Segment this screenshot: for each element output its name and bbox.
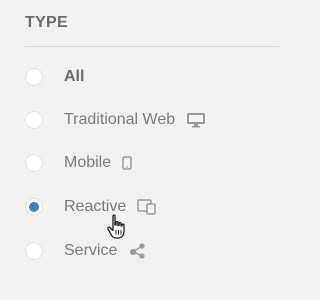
type-option-reactive[interactable]: Reactive — [25, 194, 157, 220]
type-option-mobile[interactable]: Mobile — [25, 150, 132, 176]
service-nodes-icon — [128, 242, 148, 260]
type-filter-panel: TYPE All Traditional Web Mobile Reactive… — [0, 0, 301, 300]
responsive-devices-icon — [137, 199, 157, 215]
section-title: TYPE — [25, 14, 68, 31]
type-option-service[interactable]: Service — [25, 238, 148, 264]
desktop-monitor-icon — [186, 112, 206, 128]
radio-button[interactable] — [25, 154, 43, 172]
option-label: Traditional Web — [64, 111, 176, 128]
option-label: All — [64, 68, 85, 85]
type-option-traditional-web[interactable]: Traditional Web — [25, 107, 206, 133]
radio-button[interactable] — [25, 68, 43, 86]
radio-button[interactable] — [25, 242, 43, 260]
option-label: Mobile — [64, 154, 112, 171]
option-label: Service — [64, 242, 118, 259]
option-label: Reactive — [64, 198, 127, 215]
radio-button[interactable] — [25, 198, 43, 216]
mobile-phone-icon — [122, 156, 132, 170]
radio-button[interactable] — [25, 111, 43, 129]
divider — [25, 46, 279, 47]
type-option-all[interactable]: All — [25, 64, 84, 90]
